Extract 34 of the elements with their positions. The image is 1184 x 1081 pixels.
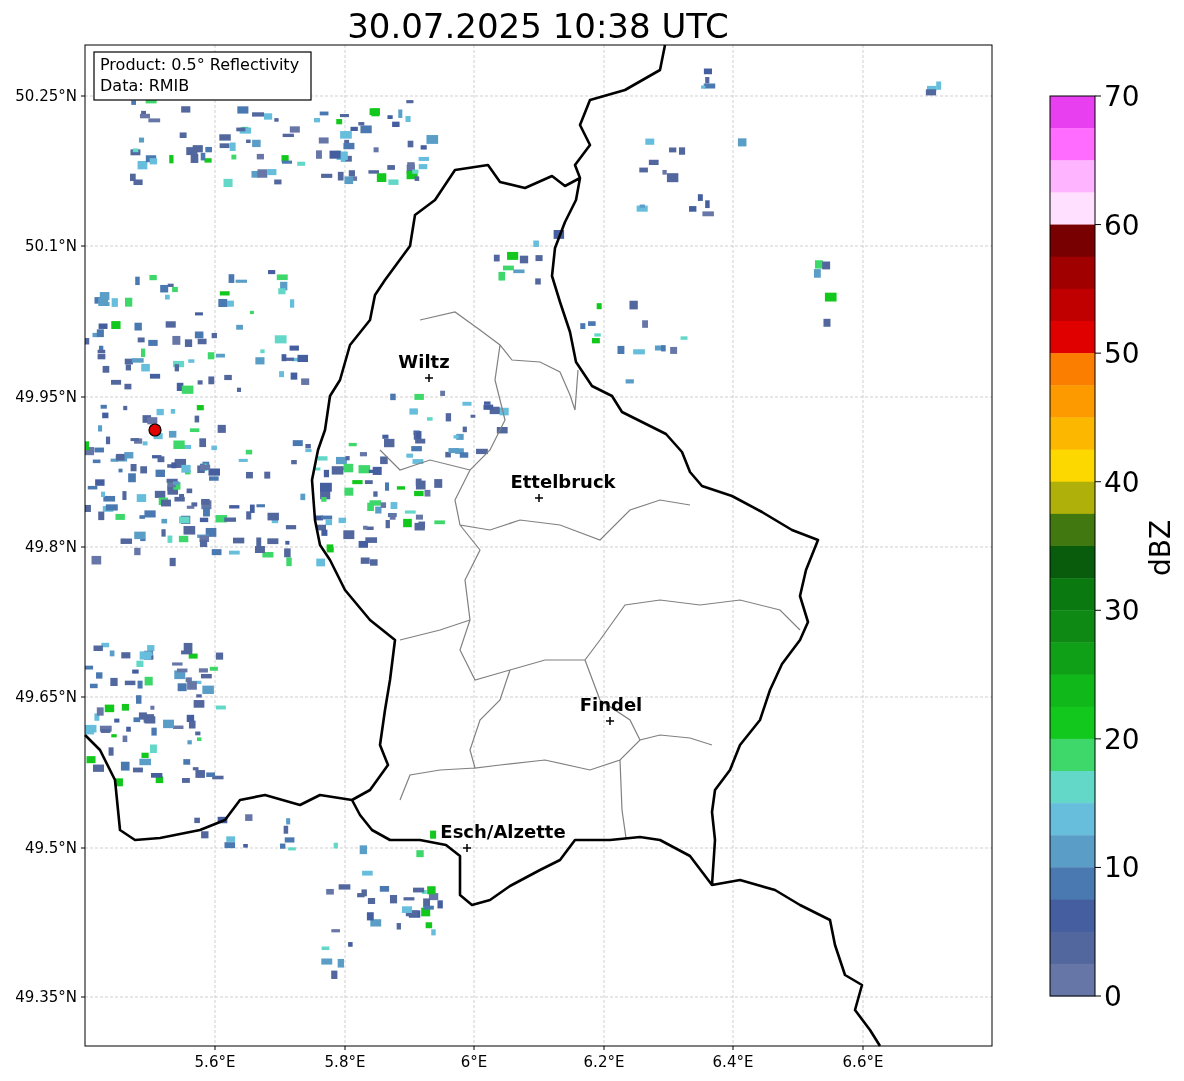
place-marker-icon	[534, 493, 544, 503]
axis-tick-label: 6.2°E	[583, 1053, 625, 1071]
colorbar-tick-label: 40	[1104, 465, 1140, 499]
axis-tick-label: 6°E	[460, 1053, 488, 1071]
axis-tick-label: 50.1°N	[24, 237, 77, 255]
axis-tick-label: 49.65°N	[15, 688, 77, 706]
place-label: Esch/Alzette	[440, 821, 566, 842]
radar-site-icon	[148, 423, 162, 437]
axis-tick-label: 6.6°E	[842, 1053, 884, 1071]
place-label: Findel	[579, 694, 643, 715]
legend-text: Product: 0.5° Reflectivity	[100, 55, 300, 74]
colorbar-tick-label: 60	[1104, 208, 1140, 242]
place-label: Ettelbruck	[510, 471, 616, 492]
colorbar-tick-label: 70	[1104, 80, 1140, 113]
axis-tick-label: 49.5°N	[24, 839, 77, 857]
place-marker-icon	[424, 373, 434, 383]
colorbar-tick-label: 30	[1104, 594, 1140, 628]
colorbar-label: dBZ	[1144, 519, 1177, 577]
colorbar-tick-label: 0	[1104, 980, 1122, 1013]
axis-tick-label: 49.35°N	[15, 988, 77, 1006]
colorbar-tick-label: 10	[1104, 851, 1140, 885]
axis-tick-label: 6.4°E	[712, 1053, 754, 1071]
axis-tick-label: 50.25°N	[15, 87, 77, 105]
place-marker-icon	[462, 843, 472, 853]
chart-title: 30.07.2025 10:38 UTC	[347, 6, 729, 46]
legend-text: Data: RMIB	[100, 76, 190, 95]
axis-tick-label: 5.8°E	[324, 1053, 366, 1071]
place-label: Wiltz	[398, 351, 450, 372]
axis-tick-label: 49.8°N	[24, 538, 77, 556]
axis-tick-label: 49.95°N	[15, 388, 77, 406]
axis-tick-label: 5.6°E	[194, 1053, 236, 1071]
colorbar-tick-label: 20	[1104, 722, 1140, 756]
place-marker-icon	[605, 716, 615, 726]
colorbar-tick-label: 50	[1104, 337, 1140, 371]
